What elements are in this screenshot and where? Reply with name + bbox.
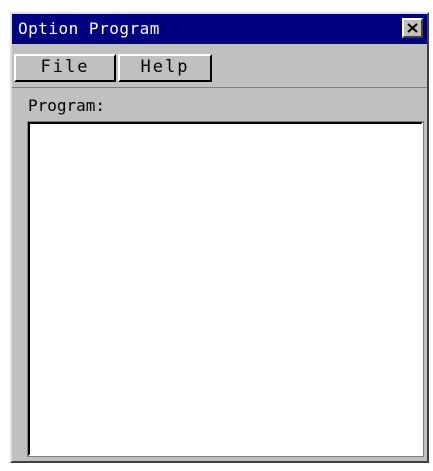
menu-bar: File Help — [12, 44, 427, 88]
close-button[interactable] — [402, 18, 423, 38]
window-title: Option Program — [18, 19, 160, 38]
program-label: Program: — [28, 96, 106, 115]
option-program-window: Option Program File Help Program: — [10, 12, 429, 463]
program-textarea[interactable] — [27, 121, 424, 457]
title-bar[interactable]: Option Program — [12, 14, 427, 44]
file-menu-button[interactable]: File — [14, 54, 116, 82]
content-area: Program: — [12, 88, 427, 461]
help-menu-button[interactable]: Help — [118, 54, 212, 82]
close-icon — [407, 23, 418, 33]
